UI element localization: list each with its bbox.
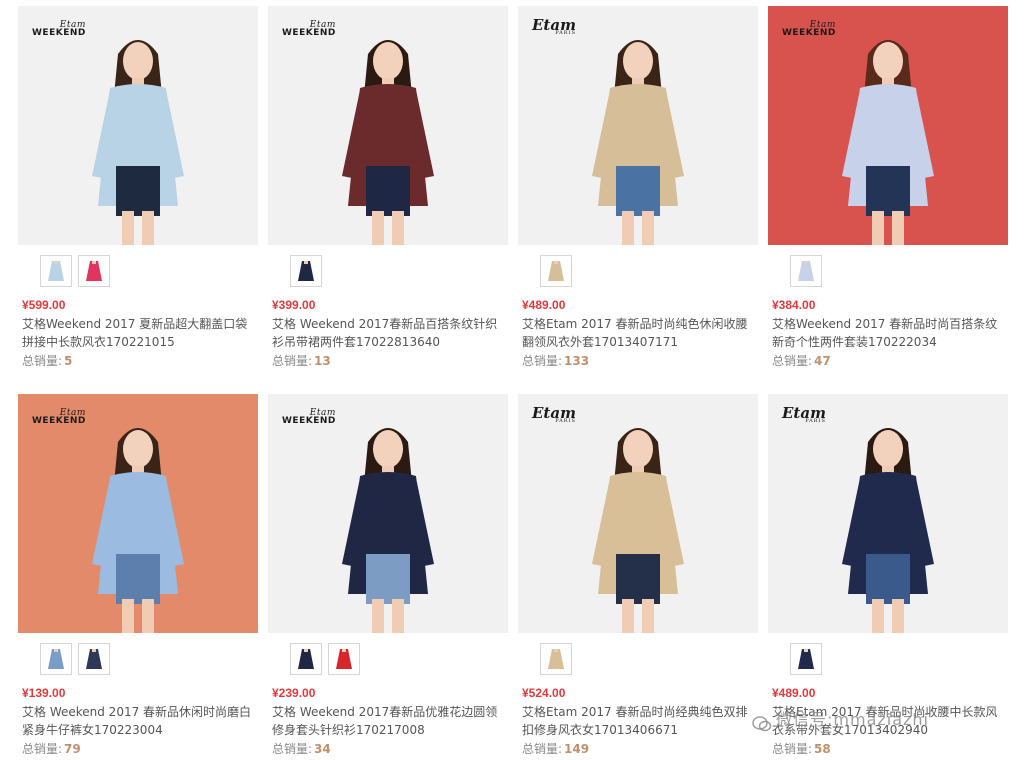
product-image[interactable]: Etam WEEKEND	[268, 394, 508, 633]
sales-label: 总销量:	[272, 742, 313, 756]
color-swatches	[40, 255, 116, 289]
product-price: ¥139.00	[22, 686, 66, 700]
brand-name: WEEKEND	[782, 28, 836, 38]
product-image[interactable]: Etam WEEKEND	[768, 6, 1008, 245]
sales-label: 总销量:	[522, 354, 563, 368]
product-price: ¥399.00	[272, 298, 316, 312]
sales-label: 总销量:	[772, 354, 813, 368]
color-swatch[interactable]	[790, 255, 822, 287]
brand-logo: Etam PARIS	[532, 18, 576, 38]
color-swatch[interactable]	[40, 643, 72, 675]
sales-value: 47	[814, 354, 831, 368]
product-title-link[interactable]: 艾格 Weekend 2017 春新品休闲时尚磨白 紧身牛仔裤女17022300…	[22, 703, 258, 739]
color-swatch[interactable]	[328, 643, 360, 675]
product-title-link[interactable]: 艾格Etam 2017 春新品时尚纯色休闲收腰 翻领风衣外套1701340717…	[522, 315, 758, 351]
sales-label: 总销量:	[272, 354, 313, 368]
brand-name: WEEKEND	[282, 416, 336, 426]
sales-count: 总销量: 5	[22, 352, 72, 369]
color-swatches	[290, 255, 328, 289]
color-swatch[interactable]	[78, 643, 110, 675]
color-swatch[interactable]	[790, 643, 822, 675]
product-image[interactable]: Etam WEEKEND	[268, 6, 508, 245]
product-card[interactable]: Etam WEEKEND ¥399.00 艾格 Weekend 2017春新品百搭条纹…	[268, 0, 508, 372]
sales-label: 总销量:	[522, 742, 563, 756]
product-price: ¥384.00	[772, 298, 816, 312]
sales-value: 34	[314, 742, 331, 756]
color-swatch[interactable]	[290, 643, 322, 675]
brand-logo: Etam WEEKEND	[282, 408, 336, 426]
brand-logo: Etam WEEKEND	[32, 20, 86, 38]
sales-count: 总销量: 13	[272, 352, 331, 369]
brand-name: WEEKEND	[282, 28, 336, 38]
product-image[interactable]: Etam WEEKEND	[18, 394, 258, 633]
wechat-icon	[752, 711, 772, 731]
product-price: ¥524.00	[522, 686, 566, 700]
color-swatch[interactable]	[540, 255, 572, 287]
color-swatch[interactable]	[40, 255, 72, 287]
color-swatches	[40, 643, 116, 677]
brand-logo: Etam WEEKEND	[282, 20, 336, 38]
sales-value: 149	[564, 742, 590, 756]
color-swatches	[790, 255, 828, 289]
color-swatches	[540, 255, 578, 289]
color-swatch[interactable]	[290, 255, 322, 287]
sales-value: 133	[564, 354, 590, 368]
product-title-link[interactable]: 艾格Etam 2017 春新品时尚经典纯色双排 扣修身风衣女1701340667…	[522, 703, 758, 739]
sales-value: 79	[64, 742, 81, 756]
product-title-link[interactable]: 艾格 Weekend 2017春新品百搭条纹针织 衫吊带裙两件套17022813…	[272, 315, 508, 351]
sales-count: 总销量: 149	[522, 740, 589, 757]
product-image[interactable]: Etam PARIS	[518, 6, 758, 245]
brand-name: WEEKEND	[32, 416, 86, 426]
brand-logo: Etam PARIS	[782, 406, 826, 426]
product-title-link[interactable]: 艾格 Weekend 2017春新品优雅花边圆领 修身套头针织衫17021700…	[272, 703, 508, 739]
product-card[interactable]: Etam WEEKEND ¥599.00 艾格Weekend 2017 夏新品超大翻盖…	[18, 0, 258, 372]
color-swatches	[540, 643, 578, 677]
sales-count: 总销量: 47	[772, 352, 831, 369]
brand-name: WEEKEND	[32, 28, 86, 38]
watermark-text: 微信号:mmaziazhi	[776, 710, 930, 729]
product-card[interactable]: Etam PARIS ¥489.00 艾格Etam 2017 春新品时尚纯色休闲收腰 …	[518, 0, 758, 372]
sales-label: 总销量:	[772, 742, 813, 756]
sales-label: 总销量:	[22, 742, 63, 756]
product-card[interactable]: Etam WEEKEND ¥239.00 艾格 Weekend 2017春新品优雅花边…	[268, 388, 508, 760]
product-card[interactable]: Etam WEEKEND ¥139.00 艾格 Weekend 2017 春新品休闲时…	[18, 388, 258, 760]
brand-logo: Etam PARIS	[532, 406, 576, 426]
sales-label: 总销量:	[22, 354, 63, 368]
color-swatches	[790, 643, 828, 677]
product-image[interactable]: Etam WEEKEND	[18, 6, 258, 245]
product-card[interactable]: Etam WEEKEND ¥384.00 艾格Weekend 2017 春新品时尚百搭…	[768, 0, 1008, 372]
product-title-link[interactable]: 艾格Weekend 2017 春新品时尚百搭条纹 新奇个性两件套装1702220…	[772, 315, 1008, 351]
product-title-link[interactable]: 艾格Weekend 2017 夏新品超大翻盖口袋 拼接中长款风衣17022101…	[22, 315, 258, 351]
sales-value: 58	[814, 742, 831, 756]
product-price: ¥599.00	[22, 298, 66, 312]
product-price: ¥489.00	[522, 298, 566, 312]
product-grid: Etam WEEKEND ¥599.00 艾格Weekend 2017 夏新品超大翻盖…	[0, 0, 1027, 760]
brand-logo: Etam WEEKEND	[32, 408, 86, 426]
color-swatch[interactable]	[78, 255, 110, 287]
sales-value: 5	[64, 354, 73, 368]
product-image[interactable]: Etam PARIS	[768, 394, 1008, 633]
product-image[interactable]: Etam PARIS	[518, 394, 758, 633]
sales-count: 总销量: 34	[272, 740, 331, 757]
product-price: ¥239.00	[272, 686, 316, 700]
sales-count: 总销量: 58	[772, 740, 831, 757]
product-price: ¥489.00	[772, 686, 816, 700]
sales-value: 13	[314, 354, 331, 368]
sales-count: 总销量: 133	[522, 352, 589, 369]
brand-logo: Etam WEEKEND	[782, 20, 836, 38]
color-swatch[interactable]	[540, 643, 572, 675]
sales-count: 总销量: 79	[22, 740, 81, 757]
watermark: 微信号:mmaziazhi	[752, 702, 998, 738]
product-card[interactable]: Etam PARIS ¥524.00 艾格Etam 2017 春新品时尚经典纯色双排 …	[518, 388, 758, 760]
color-swatches	[290, 643, 366, 677]
